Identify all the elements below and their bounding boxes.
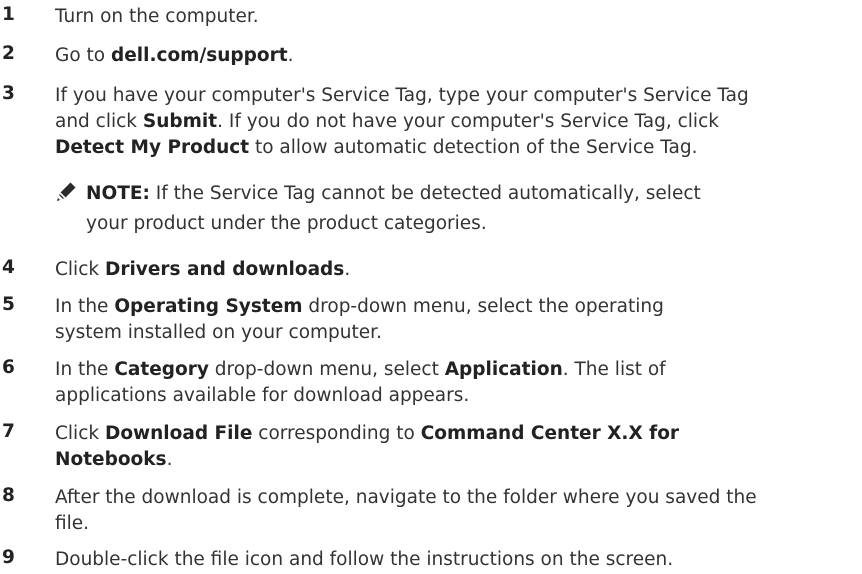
step-number: 4 [2,257,15,278]
step-text: In the Operating System drop-down menu, … [55,296,664,343]
note-label: NOTE: [86,183,150,204]
step-number: 9 [2,547,15,568]
application-label: Application [444,359,563,380]
step-number: 1 [2,4,15,25]
step-number: 8 [2,485,15,506]
step-text: Click Drivers and downloads. [55,259,351,280]
step-text: Double-click the file icon and follow th… [55,549,674,570]
step-number: 6 [2,357,15,378]
step-text: Turn on the computer. [55,6,259,27]
download-file-label: Download File [104,423,253,444]
step-text: If you have your computer's Service Tag,… [55,85,749,158]
command-center-label: Command Center X.X for [420,423,680,444]
step-number: 7 [2,421,15,442]
support-link[interactable]: dell.com/support [111,45,288,66]
pencil-note-icon [55,179,79,203]
detect-my-product-label: Detect My Product [55,137,250,158]
drivers-downloads-label: Drivers and downloads [104,259,345,280]
submit-label: Submit [142,111,218,132]
step-text: In the Category drop-down menu, select A… [55,359,666,406]
step-number: 3 [2,83,15,104]
category-label: Category [114,359,209,380]
step-number: 2 [2,43,15,64]
step-number: 5 [2,294,15,315]
operating-system-label: Operating System [114,296,303,317]
step-text: After the download is complete, navigate… [55,487,757,534]
step-text: Go to dell.com/support. [55,45,294,66]
step-text: Click Download File corresponding to Com… [55,423,680,470]
note-text: NOTE: If the Service Tag cannot be detec… [86,183,701,234]
notebooks-label: Notebooks [55,449,167,470]
